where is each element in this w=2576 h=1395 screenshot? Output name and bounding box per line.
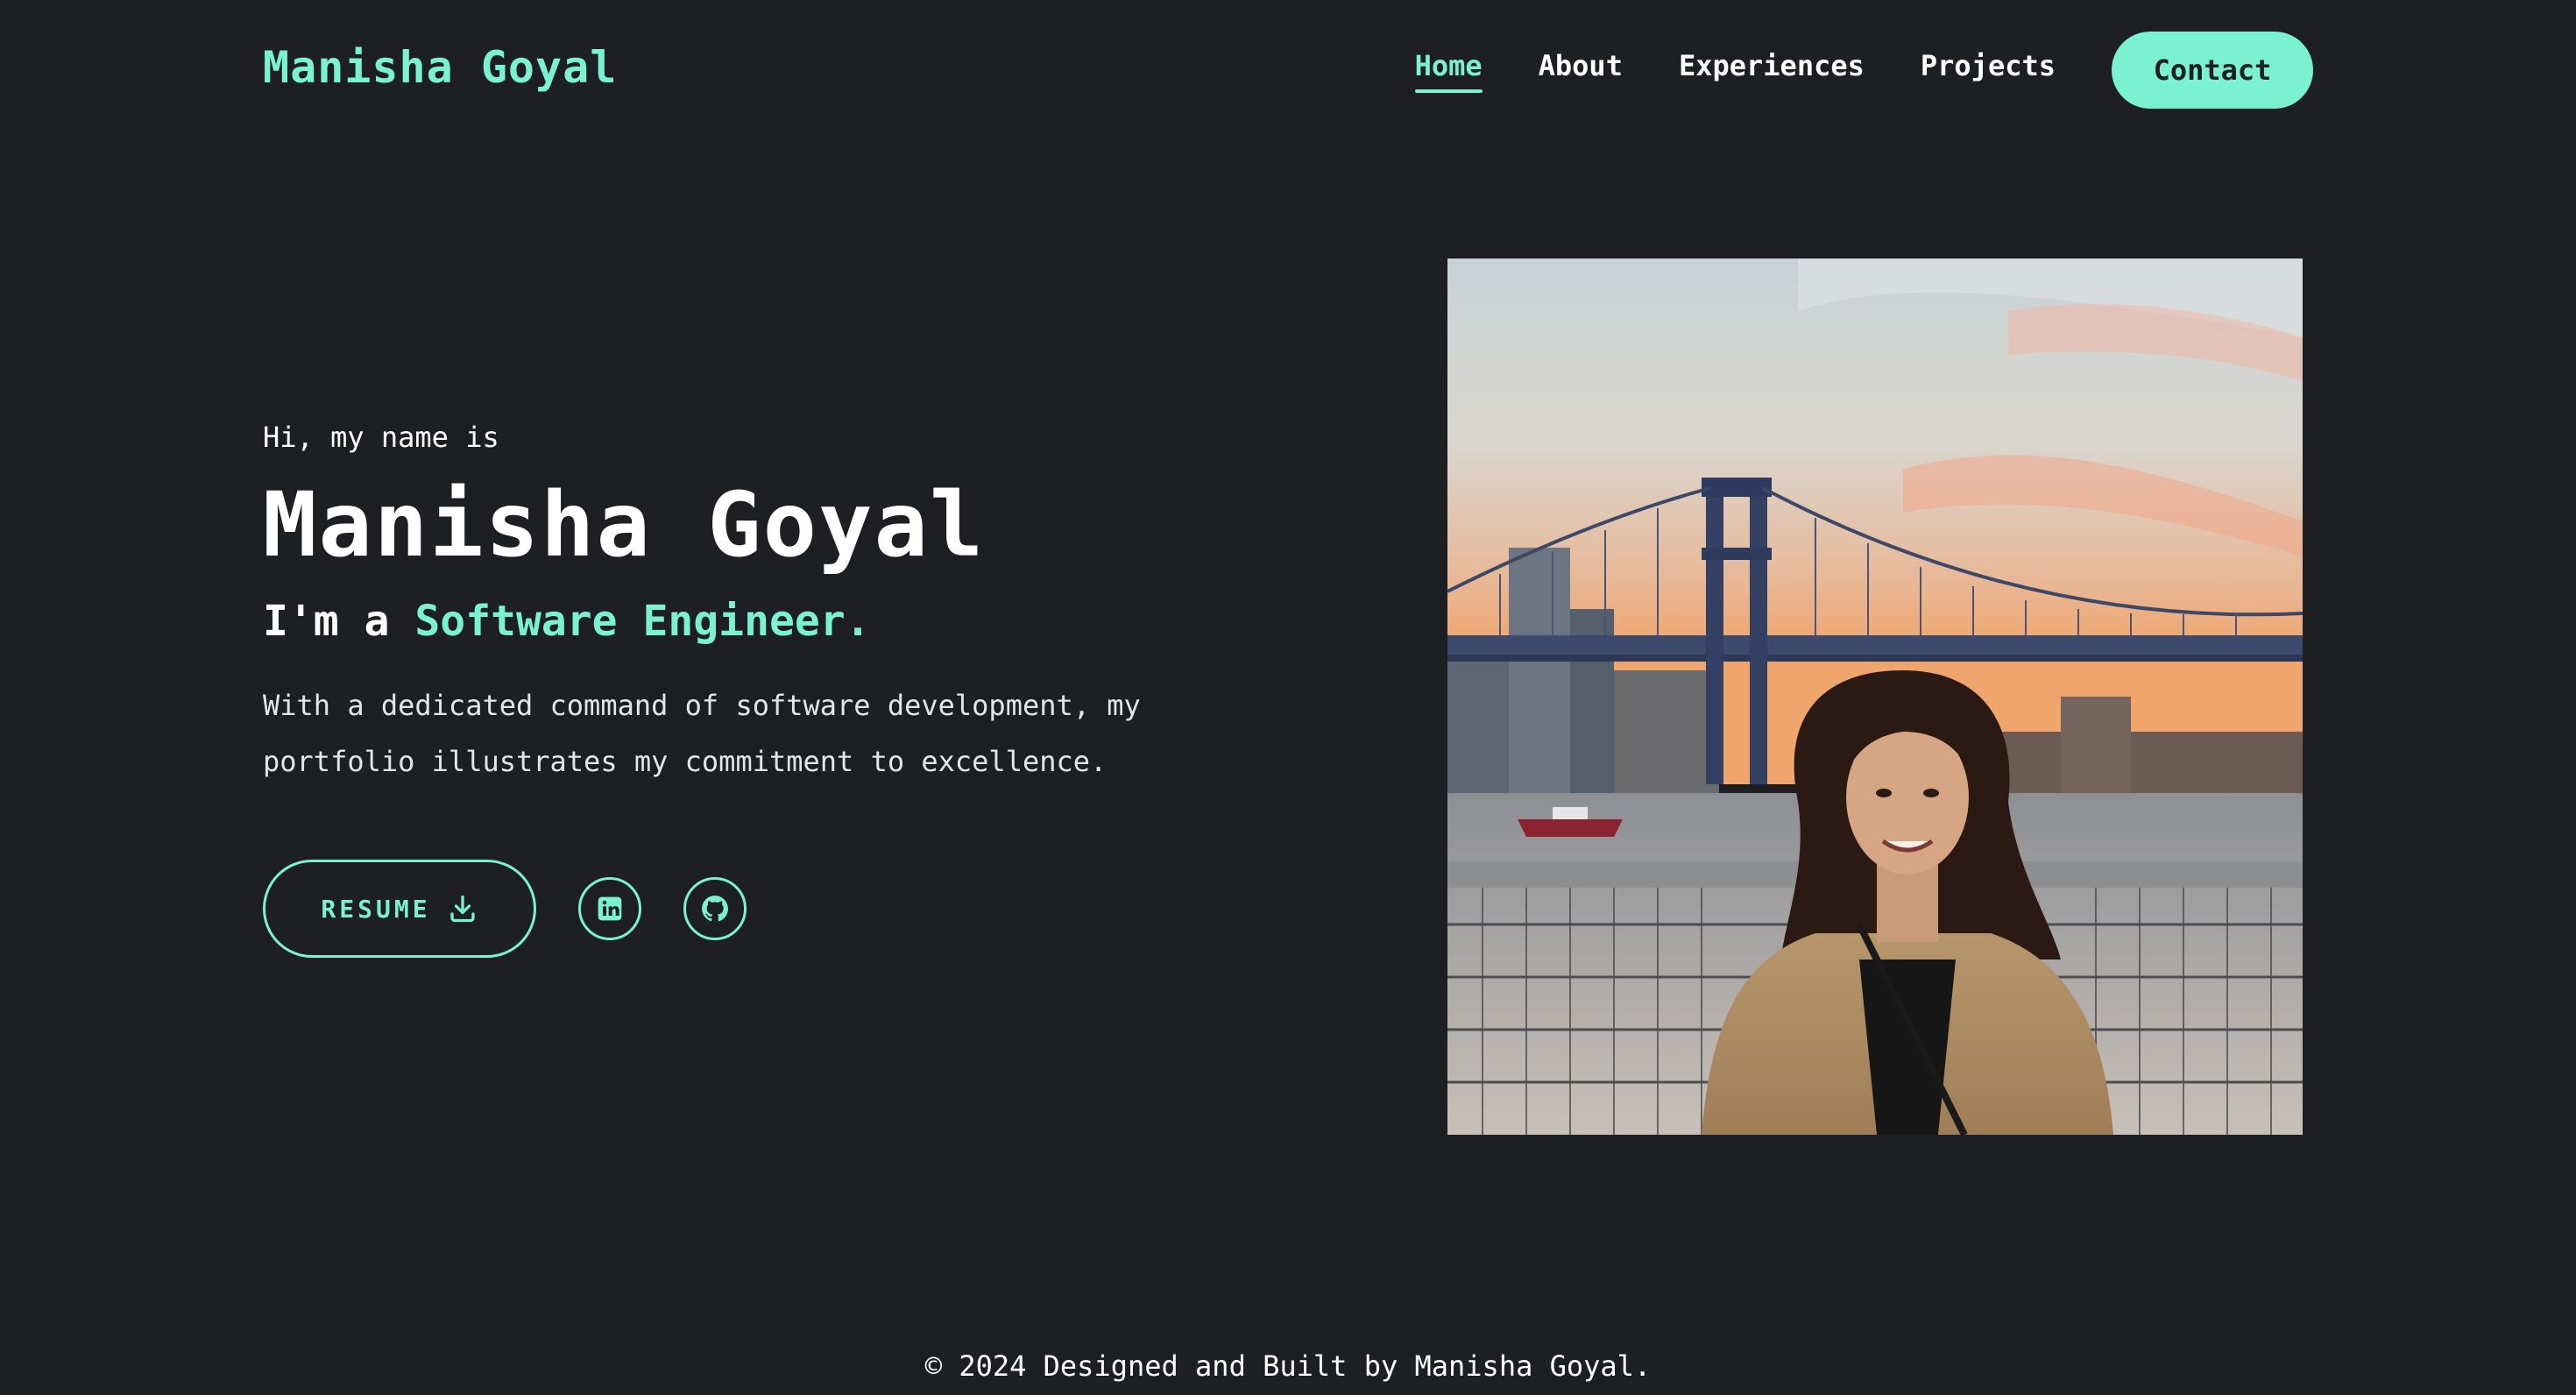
role-title: Software Engineer. [414, 597, 871, 646]
role-prefix: I'm a [263, 597, 415, 646]
linkedin-link[interactable] [578, 877, 641, 940]
download-icon [449, 895, 475, 923]
role-heading: I'm a Software Engineer. [263, 597, 1314, 646]
hero-section: Hi, my name is Manisha Goyal I'm a Softw… [263, 421, 1314, 958]
portrait-photo [1447, 258, 2303, 1135]
page: Manisha Goyal Home About Experiences Pro… [0, 0, 2576, 1395]
contact-button[interactable]: Contact [2112, 32, 2313, 109]
github-icon [702, 896, 729, 922]
main-nav: Home About Experiences Projects Contact [1414, 32, 2313, 109]
resume-button[interactable]: RESUME [263, 860, 536, 958]
github-link[interactable] [683, 877, 747, 940]
hero-name: Manisha Goyal [263, 473, 986, 577]
nav-projects[interactable]: Projects [1921, 49, 2056, 91]
portrait-photo-image [1447, 258, 2303, 1135]
resume-label: RESUME [321, 894, 431, 924]
nav-about[interactable]: About [1539, 49, 1623, 91]
nav-experiences[interactable]: Experiences [1679, 49, 1865, 91]
nav-home[interactable]: Home [1414, 49, 1483, 93]
site-logo[interactable]: Manisha Goyal [263, 42, 617, 93]
greeting-text: Hi, my name is [263, 421, 499, 454]
footer-credit: © 2024 Designed and Built by Manisha Goy… [924, 1349, 1652, 1383]
hero-description: With a dedicated command of software dev… [263, 689, 1141, 778]
hero-actions: RESUME [263, 860, 1314, 958]
linkedin-icon [598, 896, 622, 921]
